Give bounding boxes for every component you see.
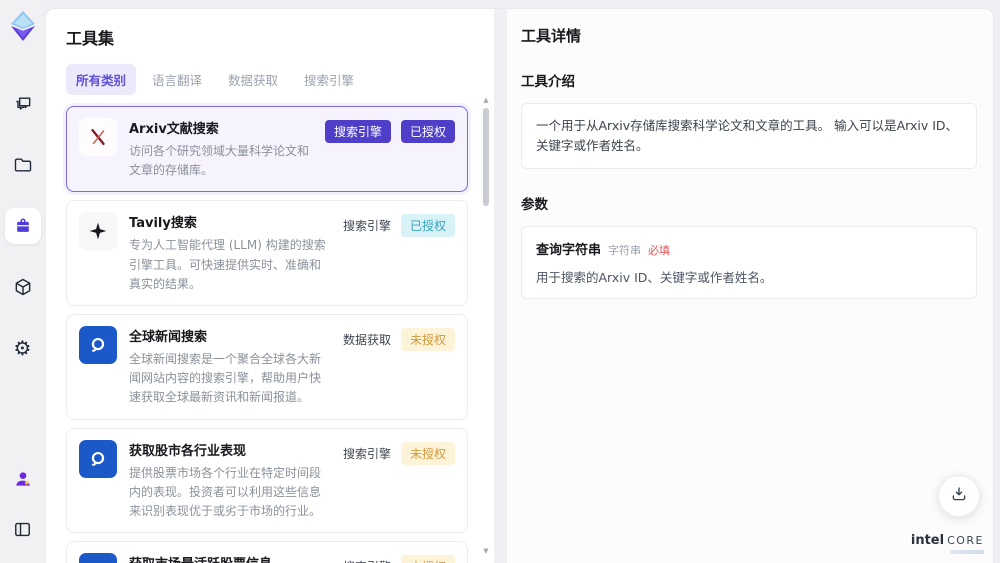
sidebar-item-files[interactable] bbox=[5, 147, 41, 183]
tool-auth-badge: 未授权 bbox=[400, 555, 455, 563]
tool-card[interactable]: 获取市场最活跃股票信息 提供当天交易量最高的股票列表，投资者可以利用这些信息来识… bbox=[66, 541, 468, 563]
intro-heading: 工具介绍 bbox=[521, 74, 575, 90]
cube-icon bbox=[13, 277, 33, 297]
sidebar-item-account[interactable] bbox=[5, 461, 41, 497]
sidebar-item-tools[interactable] bbox=[4, 208, 41, 244]
category-tabs: 所有类别 语言翻译 数据获取 搜索引擎 bbox=[66, 64, 468, 95]
category-tab[interactable]: 所有类别 bbox=[66, 64, 137, 95]
param-required-badge: 必填 bbox=[648, 244, 671, 257]
tool-name: Arxiv文献搜索 bbox=[129, 122, 219, 137]
tool-list-pane: 工具集 所有类别 语言翻译 数据获取 搜索引擎 Arxiv文献搜索 访问各个研究领域大… bbox=[46, 9, 494, 563]
category-tab[interactable]: 搜索引擎 bbox=[294, 64, 364, 95]
tool-list: Arxiv文献搜索 访问各个研究领域大量科学论文和文章的存储库。 搜索引擎 已授… bbox=[66, 106, 468, 563]
tool-name: 获取股市各行业表现 bbox=[129, 443, 247, 459]
folder-icon bbox=[13, 155, 33, 175]
tool-auth-badge: 未授权 bbox=[400, 441, 455, 465]
brand-logo: intel core bbox=[911, 533, 984, 554]
tool-auth-badge: 已授权 bbox=[400, 214, 455, 238]
arxiv-logo-icon bbox=[79, 118, 117, 156]
tool-category-badge: 搜索引擎 bbox=[342, 219, 391, 234]
sidebar-item-chat[interactable] bbox=[5, 86, 41, 122]
tool-category-badge: 搜索引擎 bbox=[324, 120, 391, 143]
tool-name: 获取市场最活跃股票信息 bbox=[129, 553, 331, 563]
param-type: 字符串 bbox=[608, 244, 642, 257]
category-tab[interactable]: 语言翻译 bbox=[142, 64, 212, 95]
tool-description: 访问各个研究领域大量科学论文和文章的存储库。 bbox=[129, 144, 310, 178]
intro-text: 一个用于从Arxiv存储库搜索科学论文和文章的工具。 输入可以是Arxiv ID… bbox=[536, 118, 959, 153]
param-description: 用于搜索的Arxiv ID、关键字或作者姓名。 bbox=[536, 270, 773, 285]
scrollbar-track[interactable] bbox=[482, 104, 490, 548]
tool-card[interactable]: 全球新闻搜索 全球新闻搜索是一个聚合全球各大新闻网站内容的搜索引擎，帮助用户快速… bbox=[66, 313, 468, 420]
tool-name: 全球新闻搜索 bbox=[129, 329, 208, 345]
pane-divider bbox=[494, 9, 507, 563]
tool-auth-badge: 已授权 bbox=[400, 120, 455, 143]
sparkle-icon bbox=[79, 212, 117, 251]
app-logo-icon bbox=[8, 10, 38, 42]
tool-description: 全球新闻搜索是一个聚合全球各大新闻网站内容的搜索引擎，帮助用户快速获取全球最新资… bbox=[129, 351, 322, 405]
scrollbar-thumb[interactable] bbox=[483, 108, 489, 206]
tool-category-badge: 搜索引擎 bbox=[342, 446, 391, 461]
param-name: 查询字符串 bbox=[536, 243, 602, 258]
download-button[interactable] bbox=[938, 475, 980, 517]
tool-auth-badge: 未授权 bbox=[400, 327, 455, 351]
brand-primary-text: intel bbox=[910, 533, 945, 548]
details-title: 工具详情 bbox=[521, 27, 582, 45]
tool-details-pane: 工具详情 工具介绍 一个用于从Arxiv存储库搜索科学论文和文章的工具。 输入可… bbox=[507, 9, 993, 563]
intro-card: 一个用于从Arxiv存储库搜索科学论文和文章的工具。 输入可以是Arxiv ID… bbox=[521, 103, 977, 169]
list-scrollbar[interactable]: ▲ ▼ bbox=[482, 97, 490, 555]
params-heading: 参数 bbox=[521, 197, 548, 213]
tool-card[interactable]: 获取股市各行业表现 提供股票市场各个行业在特定时间段内的表现。投资者可以利用这些… bbox=[66, 427, 468, 534]
scroll-down-icon[interactable]: ▼ bbox=[483, 548, 488, 555]
collapse-panel-icon bbox=[13, 520, 32, 539]
tool-category-badge: 搜索引擎 bbox=[343, 558, 391, 563]
scroll-up-icon[interactable]: ▲ bbox=[483, 97, 488, 104]
tool-card[interactable]: Arxiv文献搜索 访问各个研究领域大量科学论文和文章的存储库。 搜索引擎 已授… bbox=[66, 106, 468, 193]
blue-app-icon bbox=[79, 439, 117, 478]
sidebar-item-settings[interactable]: ⚙ bbox=[5, 330, 41, 366]
tool-name: Tavily搜索 bbox=[129, 216, 197, 232]
chat-icon bbox=[13, 94, 33, 114]
sidebar-item-collapse[interactable] bbox=[5, 511, 41, 547]
tool-card[interactable]: Tavily搜索 专为人工智能代理 (LLM) 构建的搜索引擎工具。可快速提供实… bbox=[66, 200, 468, 306]
gear-icon: ⚙ bbox=[13, 336, 32, 360]
tool-description: 提供股票市场各个行业在特定时间段内的表现。投资者可以利用这些信息来识别表现优于或… bbox=[129, 465, 322, 518]
blue-app-icon bbox=[79, 325, 117, 364]
page-title: 工具集 bbox=[66, 29, 115, 48]
brand-shimmer bbox=[950, 550, 984, 554]
blue-app-icon bbox=[79, 553, 117, 563]
category-tab[interactable]: 数据获取 bbox=[218, 64, 288, 95]
tool-description: 专为人工智能代理 (LLM) 构建的搜索引擎工具。可快速提供实时、准确和真实的结… bbox=[129, 238, 326, 291]
param-card: 查询字符串 字符串 必填 用于搜索的Arxiv ID、关键字或作者姓名。 bbox=[521, 226, 977, 299]
download-icon bbox=[950, 485, 968, 507]
left-rail: ⚙ bbox=[0, 0, 45, 563]
toolbox-icon bbox=[13, 216, 33, 236]
sidebar-item-packages[interactable] bbox=[5, 269, 41, 305]
brand-secondary-text: core bbox=[947, 534, 984, 547]
tool-category-badge: 数据获取 bbox=[342, 332, 391, 347]
user-avatar-icon bbox=[13, 469, 33, 489]
app-window: 工具集 所有类别 语言翻译 数据获取 搜索引擎 Arxiv文献搜索 访问各个研究领域大… bbox=[45, 8, 994, 563]
